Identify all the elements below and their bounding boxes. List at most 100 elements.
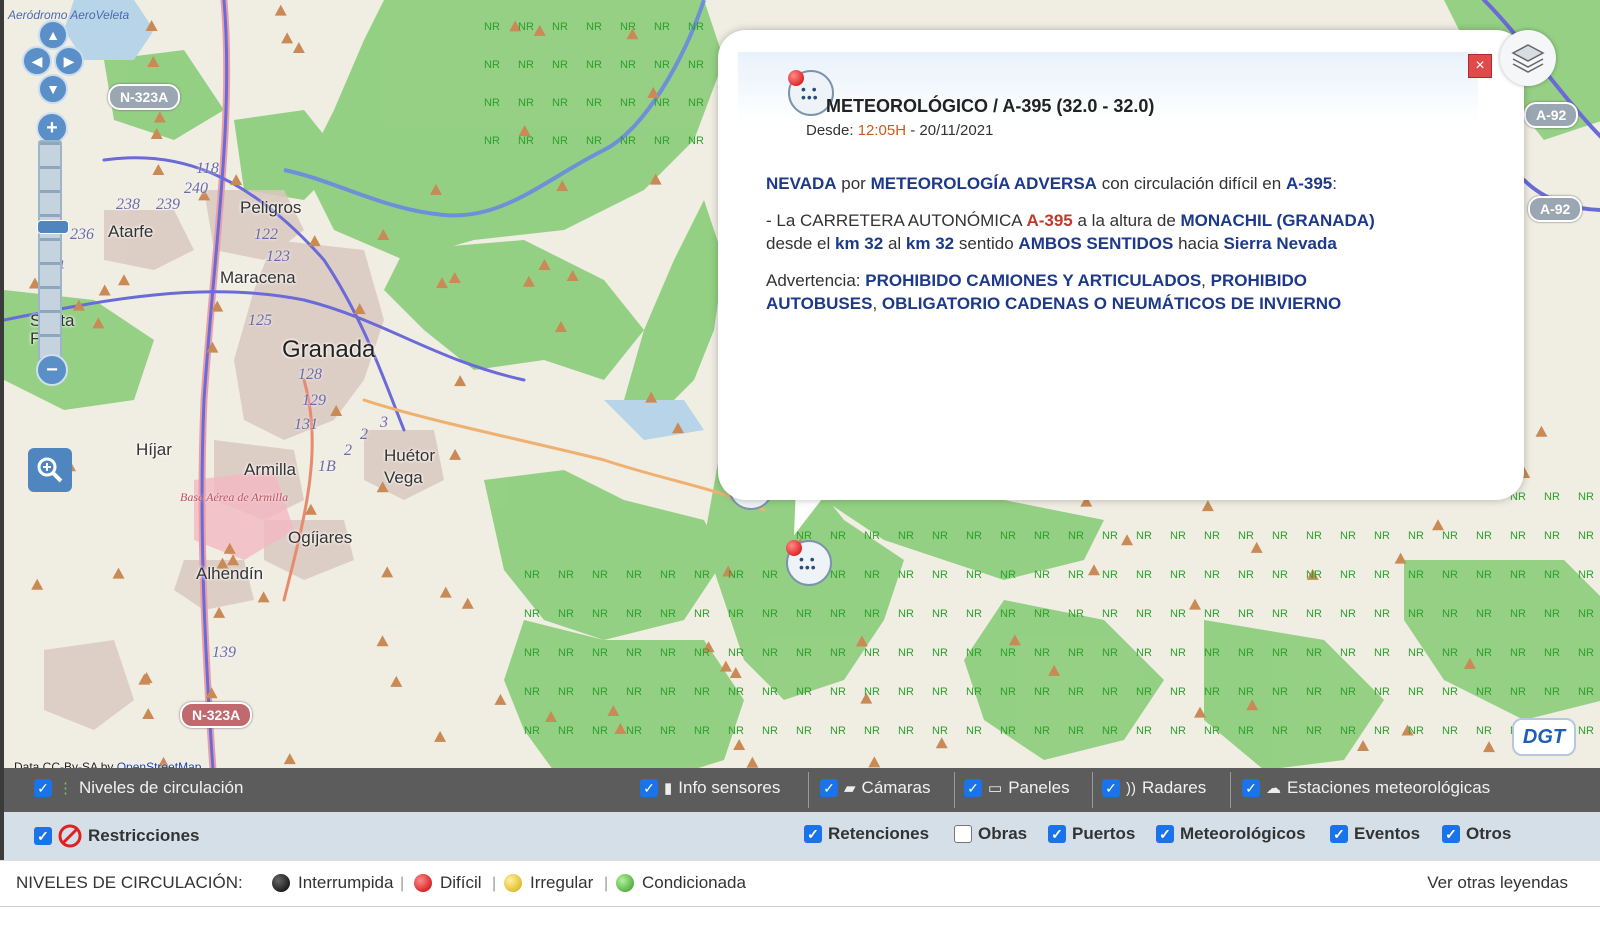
snow-road-marker: NR	[898, 608, 914, 620]
zoom-slider[interactable]	[37, 140, 69, 370]
snow-road-marker: NR	[830, 647, 846, 659]
snow-road-marker: NR	[728, 725, 744, 737]
toggle-niveles-circulacion[interactable]: ✓ ⋮ Niveles de circulación	[34, 778, 243, 798]
layers-button[interactable]	[1500, 30, 1556, 86]
peak-marker	[257, 591, 270, 603]
snow-road-marker: NR	[660, 686, 676, 698]
snow-road-marker: NR	[1136, 608, 1152, 620]
snow-road-marker: NR	[518, 59, 534, 71]
snow-road-marker: NR	[660, 608, 676, 620]
checkbox-checked[interactable]: ✓	[1442, 825, 1460, 843]
snow-road-marker: NR	[966, 569, 982, 581]
checkbox-checked[interactable]: ✓	[640, 779, 658, 797]
snow-road-marker: NR	[1578, 530, 1594, 542]
toggle-camaras[interactable]: ✓ ▰ Cámaras	[820, 778, 931, 798]
snow-road-marker: NR	[1306, 647, 1322, 659]
legend-item-condicionada: Condicionada	[616, 873, 746, 893]
snow-road-marker: NR	[762, 608, 778, 620]
weather-incident-marker[interactable]: • • •••	[786, 540, 832, 586]
snow-road-marker: NR	[1034, 725, 1050, 737]
summary-text: con circulación difícil en	[1101, 174, 1282, 193]
toggle-eventos[interactable]: ✓ Eventos	[1330, 824, 1420, 844]
snow-road-marker: NR	[1408, 725, 1424, 737]
snow-road-marker: NR	[1238, 608, 1254, 620]
warning-item: OBLIGATORIO CADENAS O NEUMÁTICOS DE INVI…	[881, 294, 1342, 313]
checkbox-checked[interactable]: ✓	[1156, 825, 1174, 843]
toggle-meteorologicos[interactable]: ✓ Meteorológicos	[1156, 824, 1306, 844]
snow-road-marker: NR	[558, 608, 574, 620]
snow-road-marker: NR	[728, 608, 744, 620]
snow-road-marker: NR	[1476, 647, 1492, 659]
toggle-estaciones-meteorologicas[interactable]: ✓ ☁ Estaciones meteorológicas	[1242, 778, 1490, 798]
peak-marker	[1394, 552, 1407, 564]
toggle-restricciones[interactable]: ✓ Restricciones	[34, 824, 200, 848]
snow-road-marker: NR	[660, 569, 676, 581]
traffic-levels-legend: NIVELES DE CIRCULACIÓN: Interrumpida | D…	[0, 860, 1600, 907]
popup-since: Desde: 12:05H - 20/11/2021	[806, 122, 993, 139]
snow-road-marker: NR	[1578, 569, 1594, 581]
pan-right-button[interactable]: ▶	[54, 46, 84, 76]
snow-road-marker: NR	[694, 725, 710, 737]
place-hijar: Híjar	[136, 440, 172, 459]
location-text: - La CARRETERA AUTONÓMICA	[766, 211, 1022, 230]
snow-road-marker: NR	[728, 686, 744, 698]
peak-marker	[461, 597, 474, 609]
checkbox-unchecked[interactable]	[954, 825, 972, 843]
checkbox-checked[interactable]: ✓	[34, 779, 52, 797]
snow-road-marker: NR	[524, 686, 540, 698]
snow-road-marker: NR	[1374, 530, 1390, 542]
snow-road-marker: NR	[1034, 530, 1050, 542]
toggle-retenciones[interactable]: ✓ Retenciones	[804, 824, 929, 844]
snow-road-marker: NR	[1068, 686, 1084, 698]
snow-road-marker: NR	[1510, 686, 1526, 698]
snow-road-marker: NR	[1544, 608, 1560, 620]
pan-up-button[interactable]: ▲	[38, 20, 68, 50]
snow-road-marker: NR	[762, 569, 778, 581]
zoom-box-button[interactable]	[28, 448, 72, 492]
km-marker: 2	[360, 426, 368, 443]
snow-road-marker: NR	[1170, 725, 1186, 737]
layers-icon	[1511, 44, 1545, 73]
peak-marker	[31, 578, 44, 590]
checkbox-checked[interactable]: ✓	[820, 779, 838, 797]
toggle-paneles[interactable]: ✓ ▭ Paneles	[964, 778, 1070, 798]
snow-road-marker: NR	[1544, 530, 1560, 542]
more-legends-link[interactable]: Ver otras leyendas	[1427, 873, 1568, 893]
snow-road-marker: NR	[830, 608, 846, 620]
checkbox-checked[interactable]: ✓	[1242, 779, 1260, 797]
toggle-radares[interactable]: ✓ )) Radares	[1102, 778, 1206, 798]
zoom-slider-handle[interactable]	[37, 220, 69, 234]
snow-road-marker: NR	[1170, 530, 1186, 542]
location-text: hacia	[1178, 234, 1219, 253]
popup-close-button[interactable]: ×	[1468, 54, 1492, 78]
checkbox-checked[interactable]: ✓	[964, 779, 982, 797]
km-marker: 118	[196, 160, 219, 177]
snow-road-marker: NR	[932, 725, 948, 737]
checkbox-checked[interactable]: ✓	[1330, 825, 1348, 843]
toggle-info-sensores[interactable]: ✓ ▮ Info sensores	[640, 778, 780, 798]
checkbox-checked[interactable]: ✓	[1102, 779, 1120, 797]
snow-road-marker: NR	[1000, 686, 1016, 698]
snow-road-marker: NR	[1476, 686, 1492, 698]
pan-left-button[interactable]: ◀	[22, 46, 52, 76]
snow-road-marker: NR	[626, 608, 642, 620]
black-ball-icon	[272, 874, 290, 892]
snow-road-marker: NR	[1544, 491, 1560, 503]
snow-road-marker: NR	[694, 686, 710, 698]
checkbox-checked[interactable]: ✓	[1048, 825, 1066, 843]
peak-marker	[746, 756, 759, 768]
snow-road-marker: NR	[1510, 530, 1526, 542]
toggle-otros[interactable]: ✓ Otros	[1442, 824, 1511, 844]
peak-marker	[117, 274, 130, 286]
toggle-puertos[interactable]: ✓ Puertos	[1048, 824, 1135, 844]
snow-road-marker: NR	[484, 21, 500, 33]
checkbox-checked[interactable]: ✓	[804, 825, 822, 843]
snow-road-marker: NR	[1340, 530, 1356, 542]
zoom-out-button[interactable]: −	[36, 354, 68, 386]
toggle-obras[interactable]: Obras	[954, 824, 1027, 844]
no-entry-icon	[58, 824, 82, 848]
km-marker: 139	[212, 644, 236, 661]
snow-road-marker: NR	[966, 608, 982, 620]
pan-down-button[interactable]: ▼	[38, 74, 68, 104]
checkbox-checked[interactable]: ✓	[34, 827, 52, 845]
